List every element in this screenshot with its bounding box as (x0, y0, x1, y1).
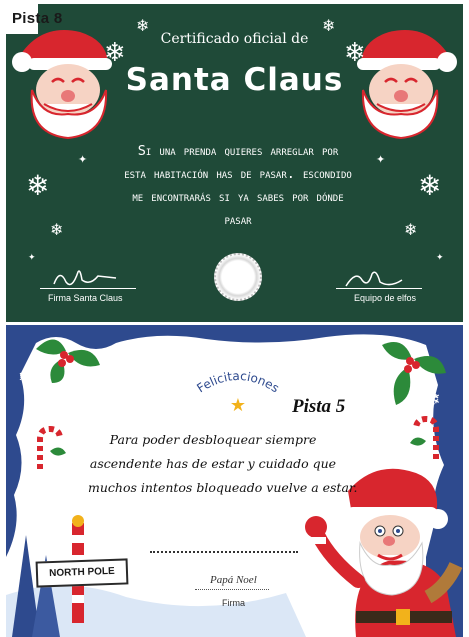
felicitaciones-arc-title: Felicitaciones ★ (194, 369, 281, 413)
signature-line-right (336, 288, 422, 289)
certificate-subtitle: Certificado oficial de (160, 31, 309, 47)
riddle-line: esta habitación has de pasar. escondido (124, 166, 352, 182)
signature-left-label: Firma Santa Claus (48, 293, 123, 303)
signature-name: Papá Noel (210, 574, 257, 586)
snowflake-icon: ❄ (50, 220, 64, 239)
riddle-line: Si una prenda quieres arreglar por (137, 143, 339, 159)
candy-cane-left-icon (37, 425, 66, 469)
snowflake-icon: ❄ (418, 169, 442, 202)
holly-left-icon (36, 339, 100, 383)
riddle-line: muchos intentos bloqueado vuelve a estar… (88, 480, 358, 495)
sparkle-icon: ✦ (28, 253, 36, 263)
north-pole-sign: NORTH POLE (35, 558, 129, 588)
seal-icon (214, 253, 262, 301)
santa-certificate-card: ❄ ❄ ❄ ❄ ❄ ❄ ✦ ✦ ❄ ❄ ✦ ✦ Pista 8 Certific… (6, 4, 463, 322)
dotted-line (150, 551, 298, 553)
riddle-line: me encontrarás si ya sabes por dónde (132, 189, 344, 205)
sparkle-icon: ✦ (78, 153, 88, 166)
riddle-text: Para poder desbloquear siempre ascendent… (88, 428, 358, 500)
sparkle-icon: ✦ (376, 153, 386, 166)
snowflake-icon: ❄ (424, 387, 441, 411)
clue-tag: Pista 5 (292, 396, 346, 417)
svg-text:★: ★ (230, 395, 246, 413)
signature-line-left (40, 288, 136, 289)
signature-scribble-left (53, 270, 117, 286)
certificate-title: Santa Claus (125, 62, 344, 98)
riddle-line: pasar (224, 212, 252, 228)
svg-text:Felicitaciones: Felicitaciones (194, 369, 281, 396)
riddle-text: Si una prenda quieres arreglar por esta … (104, 140, 372, 232)
clue-tag: Pista 8 (12, 10, 63, 27)
candy-cane-right-icon (410, 415, 439, 459)
snowflake-icon: ❄ (404, 220, 418, 239)
signature-right-label: Equipo de elfos (354, 293, 417, 303)
snowflake-icon: ❄ (18, 367, 34, 388)
riddle-line: Para poder desbloquear siempre (109, 432, 317, 447)
signature-line (195, 589, 269, 590)
riddle-line: ascendente has de estar y cuidado que (89, 456, 337, 471)
snowflake-icon: ❄ (26, 169, 50, 202)
sparkle-icon: ✦ (436, 253, 444, 263)
signature-scribble-right (345, 271, 403, 287)
signature-label: Firma (222, 598, 245, 608)
